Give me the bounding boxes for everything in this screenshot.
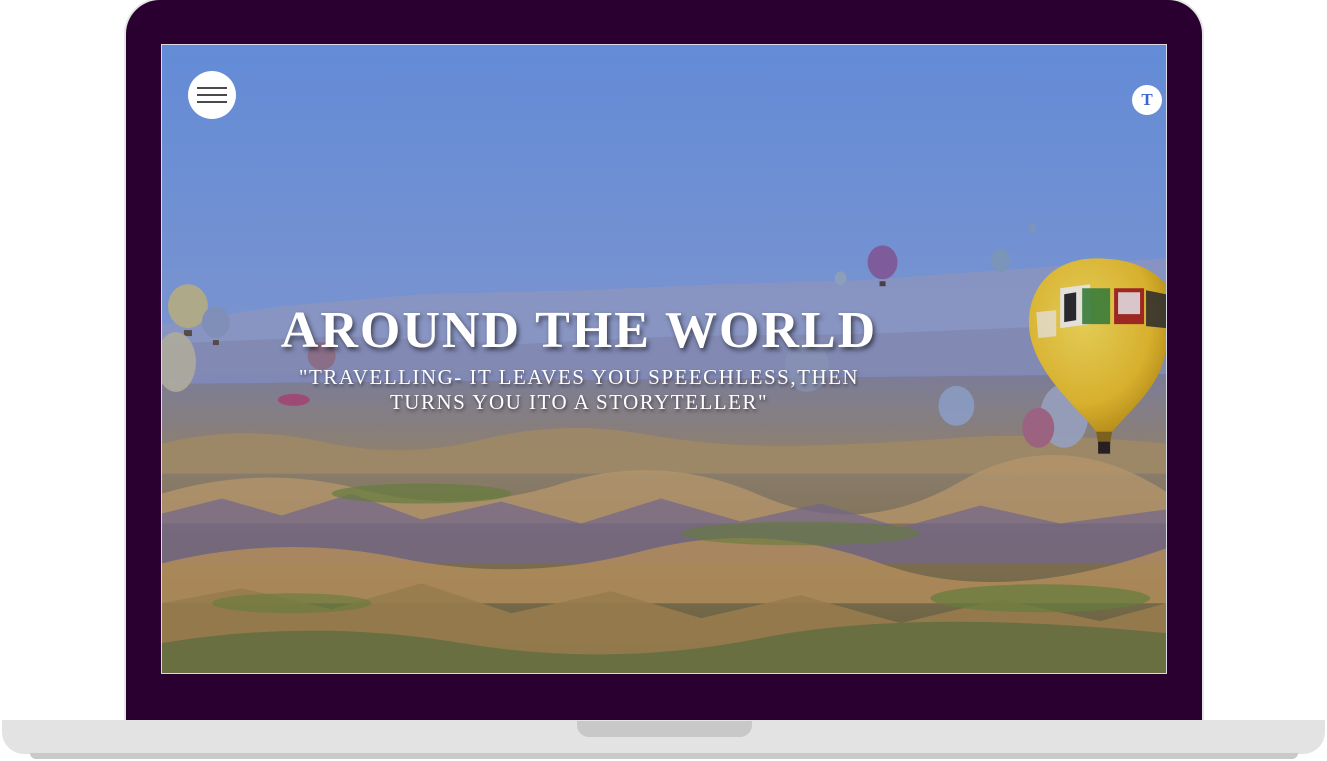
user-avatar-button[interactable]: T: [1132, 85, 1162, 115]
hero-quote-line-2: TURNS YOU ITO A STORYTELLER": [389, 390, 769, 414]
laptop-notch: [577, 721, 752, 737]
hamburger-icon: [197, 87, 227, 89]
laptop-base-shadow: [30, 753, 1298, 759]
hamburger-menu-button[interactable]: [188, 71, 236, 119]
hero-title: AROUND THE WORLD: [280, 302, 878, 359]
browser-viewport: T AROUND THE WORLD "TRAVELLING- IT LEAVE…: [161, 44, 1167, 674]
hero-quote-line-1: "TRAVELLING- IT LEAVES YOU SPEECHLESS,TH…: [298, 365, 860, 389]
hero-quote: "TRAVELLING- IT LEAVES YOU SPEECHLESS,TH…: [292, 365, 866, 415]
